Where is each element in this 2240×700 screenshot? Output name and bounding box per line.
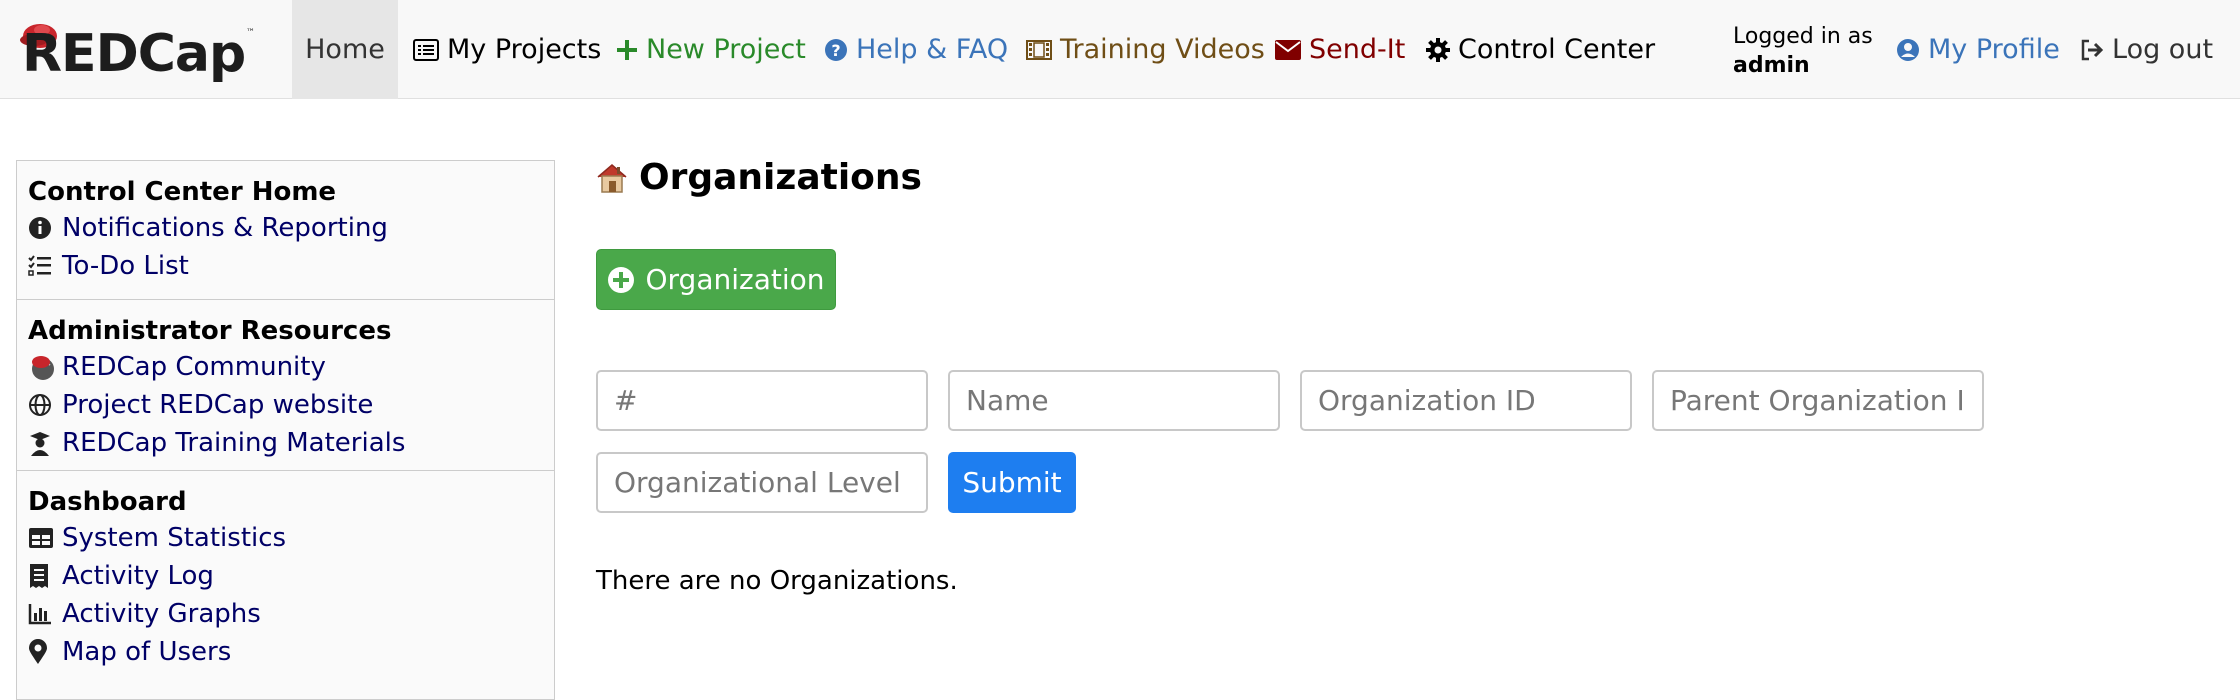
nav-training-label: Training Videos [1060,34,1265,65]
sidebar-item-activity-graphs[interactable]: Activity Graphs [28,595,543,633]
redcap-community-icon [28,353,62,381]
parent-organization-id-input[interactable] [1652,370,1984,431]
nav-training-videos[interactable]: Training Videos [1026,0,1265,99]
nav-new-project-label: New Project [646,34,806,65]
map-marker-icon [28,639,62,665]
empty-state-message: There are no Organizations. [596,566,958,596]
organization-id-input[interactable] [1300,370,1632,431]
page-title: Organizations [595,157,922,198]
control-center-sidebar: Control Center Home Notifications & Repo… [16,160,555,700]
logged-in-label: Logged in as [1733,24,1873,49]
add-organization-label: Organization [645,263,825,296]
top-navbar: REDCap ™ Home My Projects New Project ? … [0,0,2240,99]
nav-help-label: Help & FAQ [856,34,1009,65]
nav-help-faq[interactable]: ? Help & FAQ [824,0,1008,99]
nav-my-projects-label: My Projects [447,34,602,65]
redcap-logo[interactable]: REDCap ™ [18,16,262,88]
sidebar-item-todo-list[interactable]: To-Do List [28,247,543,285]
list-icon [413,38,439,61]
add-organization-button[interactable]: Organization [596,249,836,310]
page-title-text: Organizations [639,157,922,198]
svg-text:?: ? [831,41,840,60]
receipt-icon [28,563,62,589]
sidebar-item-project-redcap-website[interactable]: Project REDCap website [28,386,543,424]
nav-my-profile[interactable]: My Profile [1896,0,2060,99]
trademark-symbol: ™ [246,28,255,38]
gear-icon [1426,37,1450,62]
sidebar-item-label: REDCap Community [62,352,326,382]
nav-log-out-label: Log out [2112,34,2214,65]
tasks-icon [28,255,62,277]
sidebar-section-administrator-resources: Administrator Resources REDCap Community… [17,300,554,471]
plus-icon [616,39,638,61]
sidebar-heading-control-center-home[interactable]: Control Center Home [28,175,543,209]
sidebar-item-map-of-users[interactable]: Map of Users [28,633,543,671]
question-circle-icon: ? [824,38,848,62]
sign-out-icon [2080,39,2104,61]
sidebar-item-label: Map of Users [62,637,232,667]
nav-control-center-label: Control Center [1458,34,1656,65]
sidebar-heading-dashboard: Dashboard [28,487,187,517]
globe-icon [28,393,62,417]
submit-button[interactable]: Submit [948,452,1076,513]
sidebar-item-label: Activity Graphs [62,599,261,629]
sidebar-item-redcap-community[interactable]: REDCap Community [28,348,543,386]
sidebar-item-label: Activity Log [62,561,214,591]
envelope-icon [1275,39,1301,60]
sidebar-item-label: Notifications & Reporting [62,213,388,243]
film-icon [1026,39,1052,61]
logo-wordmark: REDCap [22,24,246,84]
sidebar-section-dashboard: Dashboard System Statistics Activity Log… [17,471,554,681]
sidebar-item-activity-log[interactable]: Activity Log [28,557,543,595]
sidebar-item-label: REDCap Training Materials [62,428,406,458]
table-icon [28,527,62,549]
nav-log-out[interactable]: Log out [2080,0,2213,99]
nav-send-it[interactable]: Send-It [1275,0,1405,99]
house-icon [595,162,629,194]
plus-circle-icon [607,266,635,294]
nav-my-profile-label: My Profile [1928,34,2060,65]
nav-my-projects[interactable]: My Projects [413,0,601,99]
sidebar-item-label: System Statistics [62,523,287,553]
sidebar-item-label: Project REDCap website [62,390,374,420]
logged-in-status: Logged in as admin [1733,22,1873,80]
sidebar-section-control-center-home: Control Center Home Notifications & Repo… [17,161,554,300]
nav-home[interactable]: Home [292,0,398,99]
nav-home-label: Home [305,34,385,65]
user-circle-icon [1896,38,1920,62]
bar-chart-icon [28,603,62,625]
number-input[interactable] [596,370,928,431]
logged-in-username: admin [1733,53,1810,78]
name-input[interactable] [948,370,1280,431]
info-circle-icon [28,216,62,240]
sidebar-heading-administrator-resources: Administrator Resources [28,316,392,346]
organizational-level-input[interactable] [596,452,928,513]
sidebar-item-label: To-Do List [62,251,189,281]
nav-new-project[interactable]: New Project [616,0,806,99]
sidebar-item-redcap-training-materials[interactable]: REDCap Training Materials [28,424,543,462]
graduate-icon [28,430,62,456]
sidebar-item-notifications[interactable]: Notifications & Reporting [28,209,543,247]
sidebar-item-system-statistics[interactable]: System Statistics [28,519,543,557]
nav-control-center[interactable]: Control Center [1426,0,1655,99]
nav-send-it-label: Send-It [1309,34,1406,65]
